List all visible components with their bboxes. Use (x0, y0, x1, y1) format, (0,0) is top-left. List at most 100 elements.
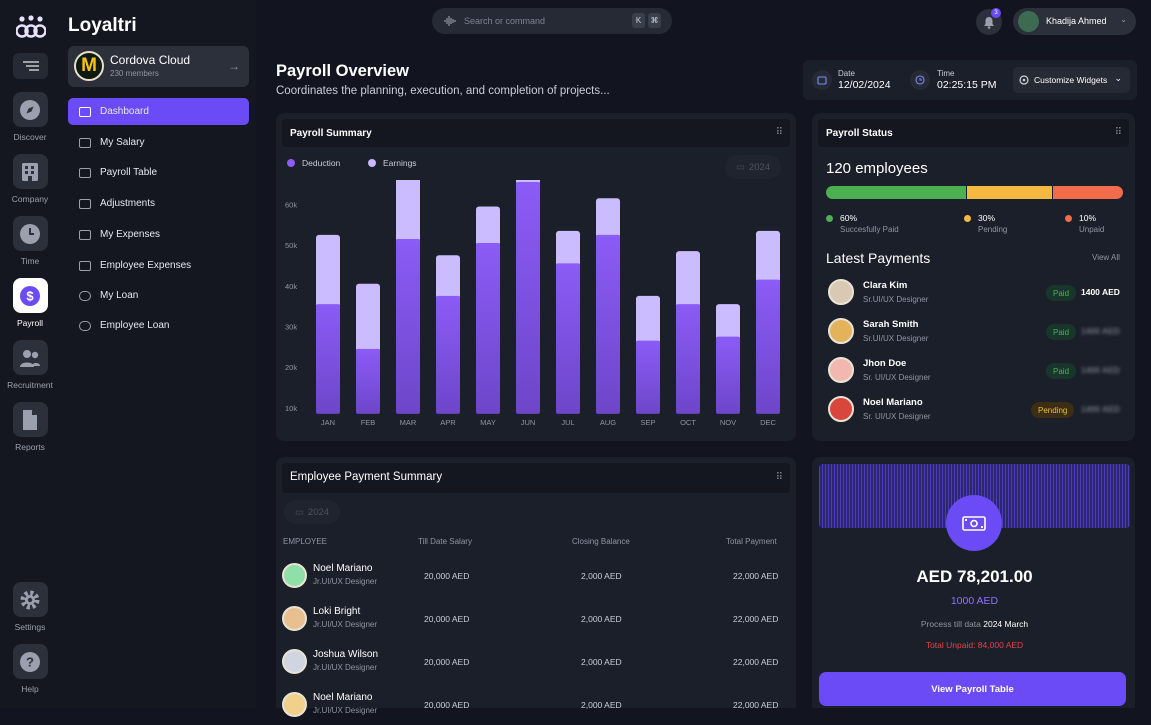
receipt-icon (79, 260, 91, 271)
bar-earnings[interactable] (636, 295, 660, 344)
bar-earnings[interactable] (396, 180, 420, 242)
organization-switcher[interactable]: M Cordova Cloud 230 members → (68, 46, 249, 87)
view-payroll-table-button[interactable]: View Payroll Table (819, 672, 1126, 706)
bar-deduction[interactable] (516, 182, 540, 414)
employee-count: 120 employees (826, 160, 928, 177)
sidebar-item-label: My Salary (100, 137, 145, 148)
rail-item-reports[interactable]: Reports (0, 402, 60, 452)
rail-item-discover[interactable]: Discover (0, 92, 60, 142)
status-unpaid: 10% Unpaid (1065, 213, 1104, 234)
payment-role: Sr.UI/UX Designer (863, 334, 929, 343)
employee-name: Noel Mariano (313, 692, 373, 703)
rail-item-company[interactable]: Company (0, 154, 60, 204)
payment-role: Sr. UI/UX Designer (863, 412, 931, 421)
drag-handle-icon[interactable]: ⠿ (1115, 127, 1122, 138)
employee-role: Jr.UI/UX Designer (313, 663, 378, 672)
bar-deduction[interactable] (476, 243, 500, 414)
x-tick-label: SEP (640, 418, 655, 427)
till-date-salary: 20,000 AED (424, 657, 470, 667)
payment-row[interactable]: Clara Kim Sr.UI/UX Designer Paid 1400 AE… (826, 277, 1126, 309)
bar-deduction[interactable] (356, 348, 380, 414)
bar-earnings[interactable] (316, 234, 340, 308)
bar-deduction[interactable] (756, 279, 780, 414)
status-badge: Pending (1031, 402, 1075, 418)
bar-earnings[interactable] (476, 206, 500, 247)
rail-item-help[interactable]: ? Help (0, 644, 60, 694)
bar-earnings[interactable] (436, 255, 460, 299)
employee-role: Jr.UI/UX Designer (313, 706, 378, 715)
legend-swatch (287, 159, 295, 167)
sidebar-item-label: Payroll Table (100, 167, 158, 178)
bar-earnings[interactable] (556, 230, 580, 267)
building-icon (12, 154, 48, 189)
rail-label: Time (20, 256, 40, 266)
sidebar-item-my-expenses[interactable]: My Expenses (68, 221, 249, 248)
date-value: 12/02/2024 (838, 79, 891, 91)
bar-earnings[interactable] (756, 230, 780, 283)
status-badge: Paid (1046, 363, 1077, 379)
rail-label: Settings (14, 622, 46, 632)
legend-item-deduction: Deduction (287, 158, 340, 168)
shortcut-key: K (632, 13, 645, 28)
payroll-sub-amount: 1000 AED (950, 595, 999, 607)
avatar (828, 279, 854, 305)
menu-toggle-button[interactable] (13, 53, 48, 79)
year-filter-chip[interactable]: ▭ 2024 (725, 155, 781, 179)
rail-label: Discover (13, 132, 47, 142)
bar-earnings[interactable] (716, 304, 740, 340)
drag-handle-icon[interactable]: ⠿ (776, 472, 783, 483)
rail-item-payroll[interactable]: $ Payroll (0, 278, 60, 328)
payment-row[interactable]: Noel Mariano Sr. UI/UX Designer Pending … (826, 394, 1126, 426)
closing-balance: 2,000 AED (581, 571, 622, 581)
drag-handle-icon[interactable]: ⠿ (776, 127, 783, 138)
notification-count-badge: 3 (991, 8, 1001, 18)
table-row[interactable]: Noel Mariano Jr.UI/UX Designer 20,000 AE… (282, 689, 787, 725)
search-input[interactable]: Search or command K ⌘ (432, 8, 672, 34)
status-dot (1065, 214, 1072, 222)
bar-earnings[interactable] (356, 283, 380, 352)
dollar-icon: $ (12, 278, 48, 313)
year-filter-chip[interactable]: ▭ 2024 (284, 500, 340, 524)
rail-item-time[interactable]: Time (0, 216, 60, 266)
sidebar-item-dashboard[interactable]: Dashboard (68, 98, 249, 125)
sidebar-item-label: My Loan (100, 290, 139, 301)
bar-deduction[interactable] (556, 263, 580, 414)
payment-amount: 1400 AED (1081, 287, 1120, 297)
rail-item-recruitment[interactable]: Recruitment (0, 340, 60, 390)
bar-earnings[interactable] (676, 251, 700, 308)
sidebar-item-adjustments[interactable]: Adjustments (68, 190, 249, 217)
payment-name: Clara Kim (863, 280, 908, 291)
sidebar-item-payroll-table[interactable]: Payroll Table (68, 159, 249, 186)
table-row[interactable]: Loki Bright Jr.UI/UX Designer 20,000 AED… (282, 603, 787, 639)
rail-item-settings[interactable]: Settings (0, 582, 60, 632)
bar-deduction[interactable] (436, 295, 460, 414)
chevron-down-icon: ⌄ (1114, 73, 1122, 83)
sidebar-item-my-salary[interactable]: My Salary (68, 129, 249, 156)
user-menu[interactable]: Khadija Ahmed ⌄ (1013, 8, 1136, 35)
customize-widgets-button[interactable]: Customize Widgets ⌄ (1013, 67, 1130, 93)
bar-deduction[interactable] (316, 304, 340, 414)
table-row[interactable]: Noel Mariano Jr.UI/UX Designer 20,000 AE… (282, 560, 787, 596)
sidebar-item-my-loan[interactable]: My Loan (68, 282, 249, 309)
bar-deduction[interactable] (636, 340, 660, 414)
sidebar-item-employee-expenses[interactable]: Employee Expenses (68, 252, 249, 279)
brand-name: Loyaltri (68, 15, 137, 36)
bar-earnings[interactable] (596, 198, 620, 238)
rail-label: Reports (15, 442, 45, 452)
y-tick-label: 20k (285, 363, 297, 372)
table-row[interactable]: Joshua Wilson Jr.UI/UX Designer 20,000 A… (282, 646, 787, 682)
payment-row[interactable]: Sarah Smith Sr.UI/UX Designer Paid 1400 … (826, 316, 1126, 348)
status-percent: 60% (840, 213, 858, 223)
search-placeholder: Search or command (464, 16, 546, 26)
x-tick-label: JAN (321, 418, 335, 427)
legend-item-earnings: Earnings (368, 158, 417, 168)
svg-text:?: ? (26, 654, 34, 669)
bar-deduction[interactable] (396, 238, 420, 414)
app-logo-icon[interactable] (16, 14, 46, 40)
sidebar-item-employee-loan[interactable]: Employee Loan (68, 312, 249, 339)
bar-deduction[interactable] (596, 234, 620, 414)
bar-deduction[interactable] (716, 336, 740, 414)
bar-deduction[interactable] (676, 304, 700, 414)
payment-row[interactable]: Jhon Doe Sr. UI/UX Designer Paid 1400 AE… (826, 355, 1126, 387)
view-all-link[interactable]: View All (1092, 253, 1120, 262)
